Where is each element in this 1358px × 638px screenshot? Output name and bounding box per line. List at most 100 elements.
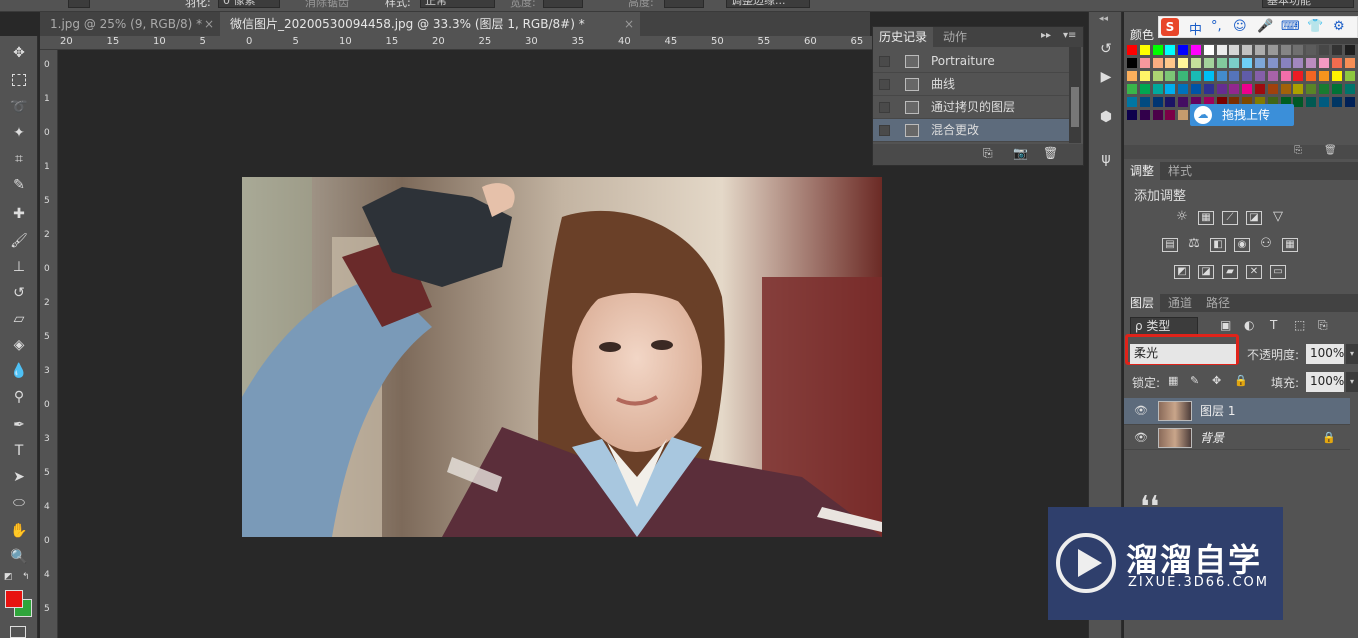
color-swatch[interactable]	[1152, 97, 1163, 107]
color-swatch[interactable]	[1242, 45, 1253, 55]
color-swatch[interactable]	[1127, 84, 1137, 94]
fill-input[interactable]: 100%	[1306, 372, 1344, 392]
history-scrollbar[interactable]	[1069, 47, 1081, 143]
photo-filter-icon[interactable]: ◉	[1234, 238, 1250, 252]
tab-channels[interactable]: 通道	[1162, 294, 1198, 312]
tab-color[interactable]: 颜色	[1124, 26, 1161, 44]
eraser-tool-icon[interactable]: ▱	[7, 308, 31, 330]
threshold-icon[interactable]: ▰	[1222, 265, 1238, 279]
pen-tool-icon[interactable]: ✒	[7, 414, 31, 436]
microphone-icon[interactable]: 🎤	[1257, 19, 1273, 34]
trash-icon[interactable]: 🗑	[1324, 145, 1337, 156]
color-lookup-icon[interactable]: ▦	[1282, 238, 1298, 252]
layer-filter-select[interactable]: ρ 类型	[1130, 317, 1198, 335]
lock-all-icon[interactable]: 🔒	[1234, 374, 1248, 387]
color-swatch[interactable]	[1344, 45, 1355, 55]
history-item-selected[interactable]: 混合更改	[873, 119, 1069, 142]
smart-filter-icon[interactable]: ⎘	[1318, 318, 1328, 333]
color-swatch[interactable]	[1203, 58, 1214, 68]
posterize-icon[interactable]: ◪	[1198, 265, 1214, 279]
swatches-grid[interactable]	[1124, 45, 1358, 145]
foreground-color-swatch[interactable]	[5, 590, 23, 608]
quick-mask-icon[interactable]	[10, 626, 26, 638]
path-select-icon[interactable]: ➤	[7, 466, 31, 488]
settings-gear-icon[interactable]: ⚙	[1333, 19, 1345, 34]
color-swatch[interactable]	[1165, 71, 1176, 81]
color-swatch[interactable]	[1344, 84, 1355, 94]
history-item[interactable]: Portraiture	[873, 50, 1069, 73]
collapse-icon[interactable]: ◂◂	[1099, 14, 1108, 24]
invert-icon[interactable]: ◩	[1174, 265, 1190, 279]
color-swatch[interactable]	[1255, 71, 1265, 81]
color-swatch[interactable]	[1152, 45, 1163, 55]
upload-tooltip[interactable]: ☁ 拖拽上传	[1190, 104, 1294, 126]
color-swatch[interactable]	[1229, 84, 1240, 94]
color-swatch[interactable]	[1165, 84, 1176, 94]
option-icon[interactable]	[68, 0, 90, 8]
adjust-filter-icon[interactable]: ◐	[1244, 318, 1254, 332]
color-swatch[interactable]	[1191, 45, 1201, 55]
color-swatch[interactable]	[1344, 97, 1355, 107]
color-swatch[interactable]	[1293, 84, 1304, 94]
color-swatch[interactable]	[1152, 71, 1163, 81]
history-panel-icon[interactable]: ↺	[1097, 40, 1115, 58]
black-white-icon[interactable]: ◧	[1210, 238, 1226, 252]
color-swatch[interactable]	[1319, 71, 1329, 81]
color-swatch[interactable]	[1242, 58, 1253, 68]
color-swatch[interactable]	[1165, 45, 1176, 55]
tab-layers[interactable]: 图层	[1124, 294, 1161, 312]
color-swatch[interactable]	[1331, 45, 1342, 55]
layer-row-selected[interactable]: 👁 图层 1	[1124, 398, 1350, 424]
snapshot-checkbox[interactable]	[879, 102, 890, 113]
tab-styles[interactable]: 样式	[1162, 162, 1198, 180]
keyboard-icon[interactable]: ⌨	[1281, 19, 1300, 34]
levels-icon[interactable]: ▦	[1198, 211, 1214, 225]
color-swatch[interactable]	[1319, 84, 1329, 94]
color-swatch[interactable]	[1293, 58, 1304, 68]
type-filter-icon[interactable]: T	[1270, 318, 1277, 332]
color-swatch[interactable]	[1255, 58, 1265, 68]
snapshot-checkbox[interactable]	[879, 125, 890, 136]
brush-preset-icon[interactable]: ψ	[1097, 150, 1115, 168]
chevron-down-icon[interactable]: ▾	[1346, 372, 1358, 392]
color-swatch[interactable]	[1216, 71, 1227, 81]
history-brush-icon[interactable]: ↺	[7, 282, 31, 304]
color-swatch[interactable]	[1280, 58, 1291, 68]
color-swatch[interactable]	[1216, 45, 1227, 55]
history-item[interactable]: 曲线	[873, 73, 1069, 96]
color-swatch[interactable]	[1293, 97, 1304, 107]
color-swatch[interactable]	[1165, 110, 1176, 120]
width-input[interactable]	[543, 0, 583, 8]
eye-icon[interactable]: 👁	[1134, 425, 1148, 451]
punctuation-icon[interactable]: °,	[1211, 19, 1222, 34]
move-tool-icon[interactable]: ✥	[7, 42, 31, 64]
color-swatch[interactable]	[1242, 71, 1253, 81]
refine-edge-button[interactable]: 调整边缘...	[726, 0, 810, 8]
color-swatch[interactable]	[1267, 58, 1278, 68]
exposure-icon[interactable]: ◪	[1246, 211, 1262, 225]
height-input[interactable]	[664, 0, 704, 8]
workspace-select[interactable]: 基本功能	[1262, 0, 1354, 8]
tab-actions[interactable]: 动作	[937, 27, 973, 47]
history-item[interactable]: 通过拷贝的图层	[873, 96, 1069, 119]
snapshot-checkbox[interactable]	[879, 56, 890, 67]
color-swatch[interactable]	[1178, 71, 1189, 81]
paint-bucket-icon[interactable]: ◈	[7, 334, 31, 356]
hue-icon[interactable]: ▤	[1162, 238, 1178, 252]
color-swatch[interactable]	[1331, 58, 1342, 68]
new-document-icon[interactable]: ⎘	[983, 146, 993, 161]
color-swatch[interactable]	[1178, 84, 1189, 94]
feather-input[interactable]: 0 像素	[218, 0, 280, 8]
skin-icon[interactable]: 👕	[1307, 19, 1323, 34]
color-swatch[interactable]	[1191, 84, 1201, 94]
color-swatch[interactable]	[1319, 45, 1329, 55]
lasso-tool-icon[interactable]: ➰	[7, 96, 31, 118]
lock-paint-icon[interactable]: ✎	[1190, 374, 1199, 387]
color-swatch[interactable]	[1191, 71, 1201, 81]
canvas-image[interactable]	[242, 177, 882, 537]
color-swatch[interactable]	[1127, 110, 1137, 120]
color-swatch[interactable]	[1165, 97, 1176, 107]
color-swatch[interactable]	[1255, 45, 1265, 55]
brush-tool-icon[interactable]: 🖌	[7, 230, 31, 252]
lock-pixels-icon[interactable]: ▦	[1168, 374, 1178, 387]
